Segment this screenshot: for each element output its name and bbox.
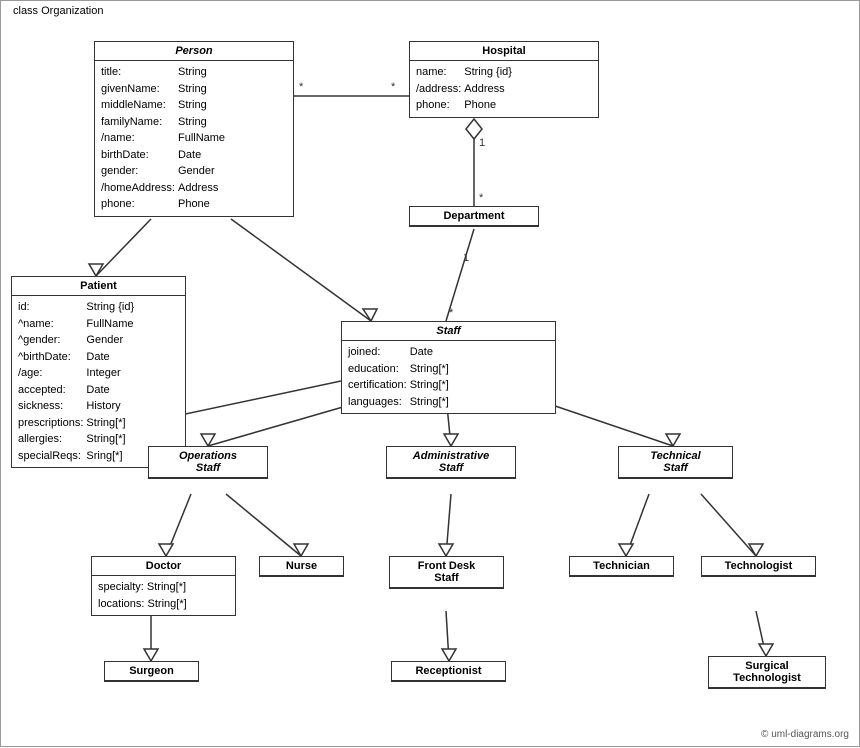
svg-text:*: *	[449, 307, 454, 319]
class-receptionist: Receptionist	[391, 661, 506, 682]
class-hospital-header: Hospital	[410, 42, 598, 61]
class-hospital-body: name:String {id} /address:Address phone:…	[410, 61, 598, 117]
class-administrative-staff-header: AdministrativeStaff	[387, 447, 515, 478]
svg-text:1: 1	[463, 252, 469, 264]
class-surgeon-header: Surgeon	[105, 662, 198, 681]
class-operations-staff-header: OperationsStaff	[149, 447, 267, 478]
class-operations-staff: OperationsStaff	[148, 446, 268, 479]
class-administrative-staff: AdministrativeStaff	[386, 446, 516, 479]
class-doctor-header: Doctor	[92, 557, 235, 576]
class-staff-body: joined:Date education:String[*] certific…	[342, 341, 555, 413]
class-department-header: Department	[410, 207, 538, 226]
svg-text:*: *	[479, 192, 484, 204]
class-patient-header: Patient	[12, 277, 185, 296]
class-doctor: Doctor specialty: String[*] locations: S…	[91, 556, 236, 616]
class-receptionist-header: Receptionist	[392, 662, 505, 681]
class-surgeon: Surgeon	[104, 661, 199, 682]
class-staff-header: Staff	[342, 322, 555, 341]
svg-text:*: *	[391, 81, 396, 93]
class-patient: Patient id:String {id} ^name:FullName ^g…	[11, 276, 186, 468]
class-patient-body: id:String {id} ^name:FullName ^gender:Ge…	[12, 296, 185, 467]
class-doctor-body: specialty: String[*] locations: String[*…	[92, 576, 235, 615]
class-person-header: Person	[95, 42, 293, 61]
class-technical-staff-header: TechnicalStaff	[619, 447, 732, 478]
class-technical-staff: TechnicalStaff	[618, 446, 733, 479]
class-technician-header: Technician	[570, 557, 673, 576]
class-nurse-header: Nurse	[260, 557, 343, 576]
svg-text:1: 1	[479, 137, 485, 149]
class-surgical-technologist-header: SurgicalTechnologist	[709, 657, 825, 688]
class-nurse: Nurse	[259, 556, 344, 577]
class-technician: Technician	[569, 556, 674, 577]
class-person-body: title:String givenName:String middleName…	[95, 61, 293, 216]
class-front-desk-staff-header: Front DeskStaff	[390, 557, 503, 588]
diagram-container: class Organization * * 1 * 1 * * *	[0, 0, 860, 747]
copyright: © uml-diagrams.org	[761, 729, 849, 740]
svg-text:*: *	[299, 81, 304, 93]
class-technologist: Technologist	[701, 556, 816, 577]
class-hospital: Hospital name:String {id} /address:Addre…	[409, 41, 599, 118]
class-surgical-technologist: SurgicalTechnologist	[708, 656, 826, 689]
diagram-title: class Organization	[9, 5, 108, 17]
class-staff: Staff joined:Date education:String[*] ce…	[341, 321, 556, 414]
class-department: Department	[409, 206, 539, 227]
class-technologist-header: Technologist	[702, 557, 815, 576]
class-person: Person title:String givenName:String mid…	[94, 41, 294, 217]
class-front-desk-staff: Front DeskStaff	[389, 556, 504, 589]
